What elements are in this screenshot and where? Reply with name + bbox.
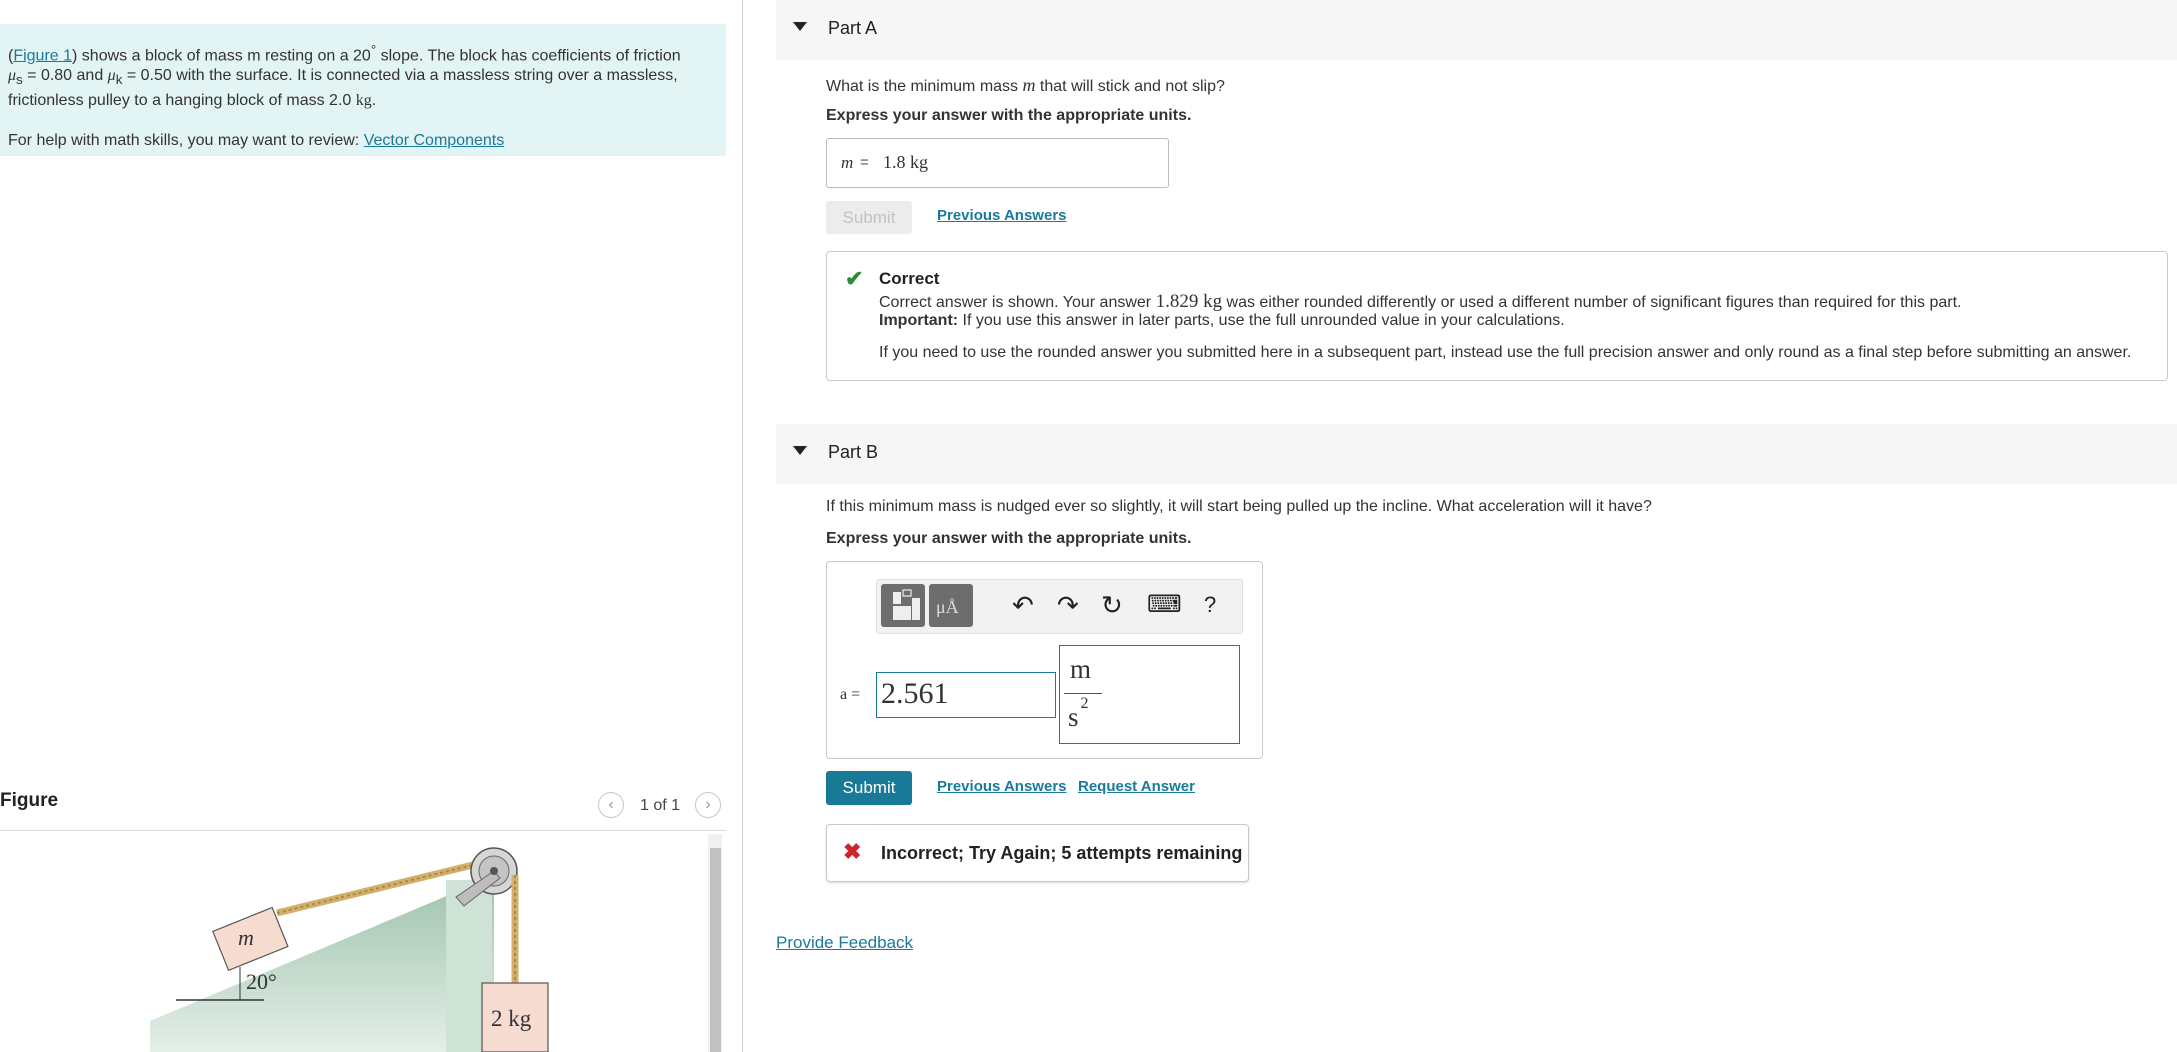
part-a-feedback-correct: ✔ Correct Correct answer is shown. Your … xyxy=(826,251,2168,381)
templates-button[interactable] xyxy=(881,584,925,627)
close-x-icon: ✖ xyxy=(843,839,862,864)
templates-icon xyxy=(893,589,920,620)
vector-components-link[interactable]: Vector Components xyxy=(364,132,505,149)
reset-icon[interactable]: ↻ xyxy=(1101,590,1123,621)
part-b-answer-variable: a = xyxy=(840,686,861,703)
part-b-units-input[interactable]: m s2 xyxy=(1059,645,1240,744)
figure-divider xyxy=(0,830,726,831)
part-a-submit-button[interactable]: Submit xyxy=(826,201,912,234)
column-divider xyxy=(742,0,743,1052)
mu-s-symbol: μ xyxy=(8,67,17,85)
figure-page-counter: 1 of 1 xyxy=(640,797,681,814)
part-a-title: Part A xyxy=(828,18,878,38)
figure-link[interactable]: Figure 1 xyxy=(13,47,72,64)
units-label: μÅ xyxy=(936,597,959,617)
fraction-bar xyxy=(1064,693,1102,694)
figure-next-button[interactable]: › xyxy=(695,792,721,818)
figure-scrollbar-thumb[interactable] xyxy=(710,848,721,1052)
mu-k-symbol: μ xyxy=(107,67,116,85)
part-b-header[interactable]: Part B xyxy=(776,424,2177,484)
part-a-instruction: Express your answer with the appropriate… xyxy=(826,107,1192,124)
figure-prev-button[interactable]: ‹ xyxy=(598,792,624,818)
part-b-value-input[interactable]: 2.561 xyxy=(876,672,1056,718)
part-a-answer-field[interactable]: m = 1.8 kg xyxy=(826,138,1169,188)
math-toolbar: μÅ ↶ ↷ ↻ ⌨ ? xyxy=(876,579,1243,634)
part-b-instruction: Express your answer with the appropriate… xyxy=(826,530,1192,547)
part-a-answer-value: 1.8 kg xyxy=(883,152,928,172)
checkmark-icon: ✔ xyxy=(845,266,864,291)
part-b-previous-answers-link[interactable]: Previous Answers xyxy=(937,778,1067,795)
chevron-left-icon: ‹ xyxy=(608,796,614,813)
part-a-header[interactable]: Part A xyxy=(776,0,2177,60)
units-button[interactable]: μÅ xyxy=(929,584,973,627)
part-b-submit-button[interactable]: Submit xyxy=(826,771,912,805)
provide-feedback-link[interactable]: Provide Feedback xyxy=(776,933,913,953)
part-b-request-answer-link[interactable]: Request Answer xyxy=(1078,778,1195,795)
problem-statement: (Figure 1) shows a block of mass m resti… xyxy=(0,24,726,156)
collapse-caret-icon[interactable] xyxy=(793,446,807,455)
figure-title: Figure xyxy=(0,790,59,811)
block-m-label: m xyxy=(238,925,254,950)
help-icon[interactable]: ? xyxy=(1204,592,1216,618)
keyboard-icon[interactable]: ⌨ xyxy=(1147,590,1182,619)
part-b-title: Part B xyxy=(828,442,879,462)
undo-icon[interactable]: ↶ xyxy=(1012,590,1034,621)
angle-label: 20° xyxy=(246,969,277,994)
part-a-question: What is the minimum mass m that will sti… xyxy=(826,75,1225,95)
part-b-question: If this minimum mass is nudged ever so s… xyxy=(826,498,1652,515)
part-a-previous-answers-link[interactable]: Previous Answers xyxy=(937,207,1067,224)
incline-pulley-figure: 20° m 2 kg xyxy=(150,847,549,1052)
hanging-block-label: 2 kg xyxy=(491,1006,532,1031)
redo-icon[interactable]: ↷ xyxy=(1057,590,1079,621)
part-b-feedback-incorrect: ✖ Incorrect; Try Again; 5 attempts remai… xyxy=(826,824,1249,882)
chevron-right-icon: › xyxy=(705,796,711,813)
collapse-caret-icon[interactable] xyxy=(793,22,807,31)
